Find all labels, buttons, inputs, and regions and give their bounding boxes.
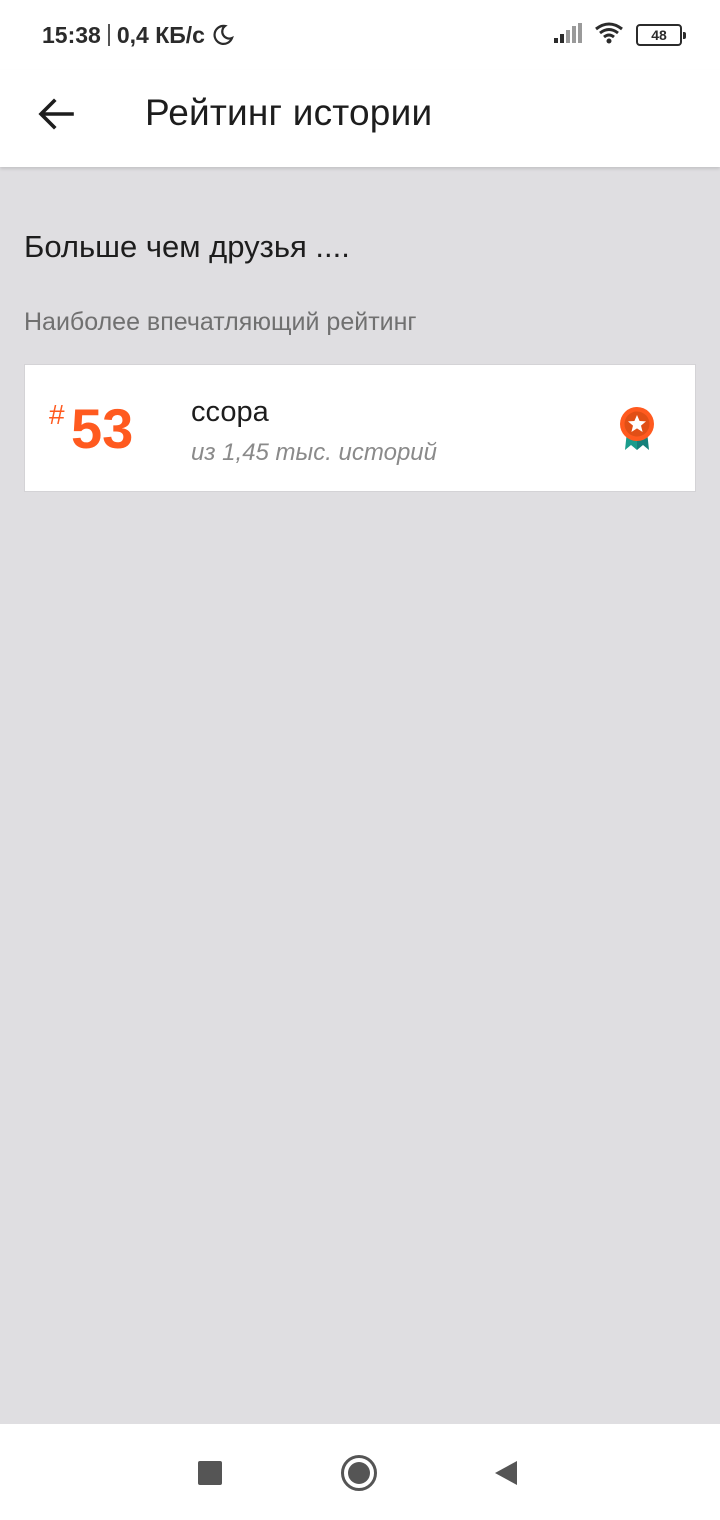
award-badge-icon [615, 405, 659, 453]
status-right: 48 [554, 22, 686, 49]
status-bar: 15:38 0,4 КБ/с 48 [0, 0, 720, 70]
status-left: 15:38 0,4 КБ/с [42, 22, 235, 49]
status-separator [107, 24, 110, 46]
rank-hash: # [49, 399, 65, 430]
moon-icon [211, 23, 235, 47]
story-count: из 1,45 тыс. историй [191, 439, 437, 466]
rank-number: 53 [71, 397, 134, 460]
story-tag: ссора [191, 396, 269, 428]
wifi-icon [594, 22, 624, 49]
page-title: Рейтинг истории [145, 92, 433, 133]
status-time: 15:38 [42, 21, 101, 48]
back-triangle-icon[interactable] [493, 1459, 519, 1492]
section-subheading: Наиболее впечатляющий рейтинг [24, 308, 417, 336]
rating-card[interactable]: # 53 ссора из 1,45 тыс. историй [24, 364, 696, 492]
battery-level: 48 [651, 27, 667, 43]
recent-apps-icon[interactable] [198, 1461, 222, 1485]
status-network-speed: 0,4 КБ/с [116, 21, 205, 48]
app-bar: Рейтинг истории [0, 70, 720, 167]
home-icon[interactable] [341, 1455, 377, 1491]
battery-icon: 48 [636, 24, 686, 46]
system-nav-bar [0, 1424, 720, 1520]
signal-icon [554, 22, 582, 48]
section-heading: Больше чем друзья .... [24, 229, 350, 264]
arrow-left-icon [38, 97, 74, 135]
back-button[interactable] [34, 94, 78, 138]
